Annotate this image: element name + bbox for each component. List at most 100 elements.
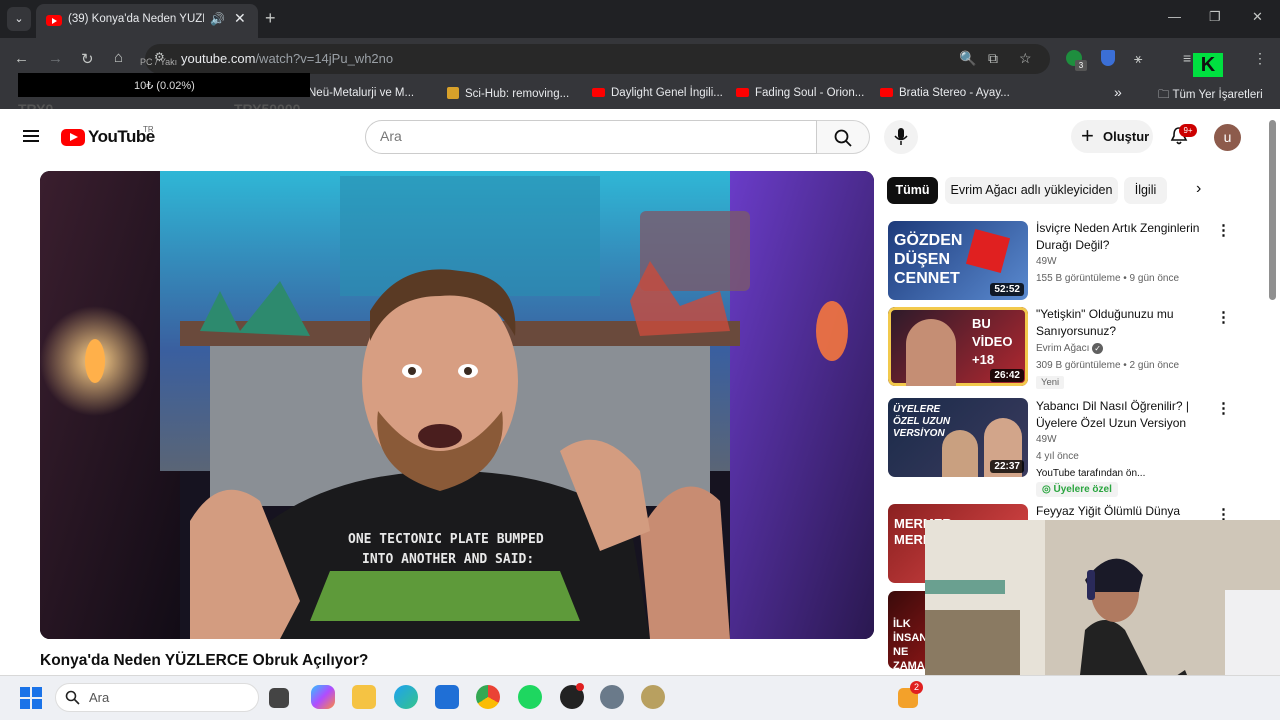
more-bookmarks-icon[interactable]: » <box>1114 84 1122 100</box>
vpn-shield-icon[interactable] <box>1101 50 1115 66</box>
more-options-icon[interactable]: ⋮ <box>1216 399 1231 417</box>
related-meta: 155 B görüntüleme • 9 gün önce <box>1036 273 1180 284</box>
youtube-favicon-icon <box>736 88 749 97</box>
tab-search-button[interactable]: ⌄ <box>7 7 31 31</box>
microsoft-store-icon[interactable] <box>435 685 459 709</box>
taskbar-search-input[interactable] <box>55 683 259 712</box>
search-input[interactable] <box>365 120 817 154</box>
reload-icon[interactable]: ↻ <box>81 50 94 68</box>
chrome-icon[interactable] <box>476 685 500 709</box>
browser-tab-strip: ⌄ (39) Konya'da Neden YÜZLERCE 🔊 ✕ + — ❐… <box>0 0 1280 38</box>
thumbnail-text: GÖZDEN DÜŞEN CENNET <box>894 232 963 287</box>
bookmark-favicon-icon <box>447 87 459 99</box>
forward-icon[interactable]: → <box>48 50 63 67</box>
new-badge: Yeni <box>1036 376 1065 389</box>
create-button[interactable]: + Oluştur <box>1071 120 1153 153</box>
chip-from-uploader[interactable]: Evrim Ağacı adlı yükleyiciden <box>945 177 1118 204</box>
search-icon <box>65 690 80 705</box>
chip-related[interactable]: İlgili <box>1124 177 1167 204</box>
region-code: TR <box>143 125 154 134</box>
chevron-right-icon[interactable]: › <box>1196 180 1201 198</box>
windows-start-icon[interactable] <box>20 687 42 709</box>
minimize-window-icon[interactable]: — <box>1168 9 1181 24</box>
new-tab-button[interactable]: + <box>265 8 276 29</box>
related-channel[interactable]: 49W <box>1036 256 1057 267</box>
tab-title: (39) Konya'da Neden YÜZLERCE <box>68 13 204 25</box>
active-tab[interactable]: (39) Konya'da Neden YÜZLERCE 🔊 ✕ <box>36 4 258 38</box>
chip-all[interactable]: Tümü <box>887 177 938 204</box>
bookmark-item[interactable]: Sci-Hub: removing... <box>447 87 569 100</box>
plus-icon: + <box>1081 123 1094 148</box>
edge-icon[interactable] <box>394 685 418 709</box>
promoted-label: YouTube tarafından ön... <box>1036 468 1146 479</box>
taskbar-search-label: Ara <box>89 690 110 705</box>
video-player[interactable]: ONE TECTONIC PLATE BUMPED INTO ANOTHER A… <box>40 171 874 639</box>
reading-list-icon[interactable]: ≡ <box>1183 50 1191 66</box>
more-options-icon[interactable]: ⋮ <box>1216 308 1231 326</box>
task-view-icon[interactable] <box>269 688 289 708</box>
youtube-favicon-icon <box>592 88 605 97</box>
back-icon[interactable]: ← <box>14 50 29 67</box>
related-meta: 309 B görüntüleme • 2 gün önce <box>1036 360 1180 371</box>
related-title[interactable]: "Yetişkin" Olduğunuzu mu Sanıyorsunuz? <box>1036 306 1206 340</box>
speaker-icon[interactable]: 🔊 <box>210 12 225 26</box>
duration-badge: 26:42 <box>990 369 1024 382</box>
search-icon <box>834 129 852 147</box>
search-button[interactable] <box>817 120 870 154</box>
duration-badge: 22:37 <box>990 460 1024 473</box>
related-title[interactable]: Yabancı Dil Nasıl Öğrenilir? | Üyelere Ö… <box>1036 398 1206 432</box>
kick-logo-icon: K <box>1193 53 1223 77</box>
bookmark-item[interactable]: Neü-Metalurji ve M... <box>308 87 414 99</box>
video-title: Konya'da Neden YÜZLERCE Obruk Açılıyor? <box>40 652 369 669</box>
copilot-icon[interactable] <box>311 685 335 709</box>
coin-app-icon[interactable] <box>641 685 665 709</box>
related-thumbnail[interactable]: BU VİDEO +18 26:42 <box>888 307 1028 386</box>
restore-window-icon[interactable]: ❐ <box>1209 9 1221 25</box>
verified-icon: ✓ <box>1092 343 1104 354</box>
close-tab-icon[interactable]: ✕ <box>234 10 246 27</box>
youtube-favicon-icon <box>46 15 62 26</box>
settings-gear-icon[interactable] <box>600 685 624 709</box>
swiss-flag-icon <box>965 228 1011 274</box>
more-options-icon[interactable]: ⋮ <box>1216 221 1231 239</box>
members-only-badge: ◎ Üyelere özel <box>1036 482 1118 497</box>
menu-kebab-icon[interactable]: ⋮ <box>1253 50 1267 67</box>
url-text[interactable]: youtube.com/watch?v=14jPu_wh2no <box>181 51 393 66</box>
shirt-text-line2: INTO ANOTHER AND SAID: <box>362 552 534 567</box>
all-bookmarks-folder[interactable]: 🗀 Tüm Yer İşaretleri <box>1158 87 1263 106</box>
overlay-value: 10₺ (0.02%) <box>134 80 195 92</box>
related-channel[interactable]: Evrim Ağacı ✓ <box>1036 343 1104 354</box>
file-explorer-icon[interactable] <box>352 685 376 709</box>
avatar[interactable]: u <box>1214 124 1241 151</box>
shirt-text-line1: ONE TECTONIC PLATE BUMPED <box>348 532 544 547</box>
thumbnail-person <box>942 430 978 477</box>
page-scrollbar[interactable] <box>1269 120 1276 300</box>
bookmark-item[interactable]: Bratia Stereo - Ayay... <box>880 87 1010 99</box>
related-thumbnail[interactable]: ÜYELERE ÖZEL UZUN VERSİYON 22:37 <box>888 398 1028 477</box>
overlay-small-label: PC / Yakı <box>140 57 178 67</box>
bookmark-item[interactable]: Fading Soul - Orion... <box>736 87 864 99</box>
related-title[interactable]: İsviçre Neden Artık Zenginlerin Durağı D… <box>1036 220 1206 254</box>
voice-search-button[interactable] <box>884 120 918 154</box>
close-window-icon[interactable]: ✕ <box>1252 9 1263 25</box>
youtube-favicon-icon <box>880 88 893 97</box>
install-app-icon[interactable]: ⧉ <box>988 50 998 67</box>
spotify-icon[interactable] <box>518 685 542 709</box>
thumbnail-person <box>906 319 956 386</box>
notifications-badge: 9+ <box>1179 124 1197 137</box>
folder-icon: 🗀 <box>1158 89 1173 101</box>
bookmark-item[interactable]: Daylight Genel İngili... <box>592 87 723 99</box>
extensions-puzzle-icon[interactable]: ⚹ <box>1134 50 1142 67</box>
home-icon[interactable]: ⌂ <box>114 49 123 66</box>
related-channel[interactable]: 49W <box>1036 434 1057 445</box>
related-meta: 4 yıl önce <box>1036 451 1079 462</box>
zoom-icon[interactable]: 🔍 <box>959 50 976 67</box>
bookmark-star-icon[interactable]: ☆ <box>1019 50 1032 67</box>
related-thumbnail[interactable]: GÖZDEN DÜŞEN CENNET 52:52 <box>888 221 1028 300</box>
create-label: Oluştur <box>1103 129 1150 144</box>
notification-dot <box>576 683 584 691</box>
youtube-logo-icon[interactable] <box>61 129 85 146</box>
related-title[interactable]: Feyyaz Yiğit Ölümlü Dünya <box>1036 503 1206 520</box>
video-frame: ONE TECTONIC PLATE BUMPED INTO ANOTHER A… <box>40 171 874 639</box>
hamburger-menu-icon[interactable] <box>23 130 39 142</box>
